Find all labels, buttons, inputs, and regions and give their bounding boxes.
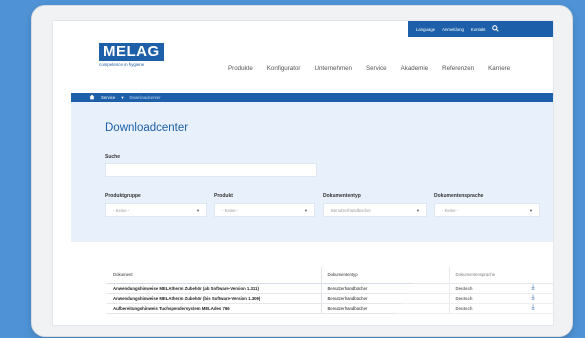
kontakt-link[interactable]: Kontakt	[471, 27, 486, 32]
breadcrumb-service[interactable]: Service	[101, 95, 115, 100]
nav-item-karriere[interactable]: Karriere	[488, 65, 510, 72]
column-header-dokumentensprache[interactable]: Dokumentensprache	[448, 267, 511, 284]
main-navigation: Produkte Konfigurator Unternehmen Servic…	[228, 65, 510, 72]
dropdown-arrow-icon: ▼	[304, 207, 308, 213]
search-input[interactable]	[105, 163, 317, 177]
chevron-down-icon[interactable]: ▾	[121, 95, 123, 101]
filter-label-produkt: Produkt	[214, 193, 233, 199]
dropdown-arrow-icon: ▼	[529, 207, 533, 213]
filter-produktgruppe-select[interactable]: - Keine - ▼	[105, 203, 207, 217]
table-header-row: Dokument Dokumententyp Dokumentensprache	[107, 267, 553, 284]
download-icon[interactable]: ⤓	[511, 303, 553, 314]
documents-table: Dokument Dokumententyp Dokumentensprache…	[107, 267, 553, 314]
filter-dokumententyp-value: Benutzerhandbücher	[331, 207, 371, 213]
page-title: Downloadcenter	[105, 122, 189, 134]
document-name[interactable]: Aufbereitungshinweis Tuchspendersystem M…	[107, 303, 321, 314]
nav-item-unternehmen[interactable]: Unternehmen	[314, 65, 352, 72]
logo-tagline: competence in hygiene	[99, 62, 145, 67]
breadcrumb-current: Downloadcenter	[129, 95, 161, 100]
search-panel: Downloadcenter Suche Produktgruppe - Kei…	[71, 102, 553, 242]
tablet-frame: Language Anmeldung Kontakt MELAG compete…	[31, 5, 573, 337]
document-name[interactable]: Anwendungshinweise MELAtherm Zubehör (ab…	[107, 283, 321, 294]
search-label: Suche	[105, 154, 121, 160]
document-language: Deutsch	[448, 303, 511, 314]
breadcrumb: Service ▾ Downloadcenter	[71, 93, 553, 102]
column-header-download	[511, 267, 553, 284]
filter-label-dokumententyp: Dokumententyp	[323, 193, 361, 199]
filter-label-dokumentensprache: Dokumentensprache	[434, 193, 484, 199]
download-icon[interactable]: ⤓	[511, 293, 553, 304]
document-type: Benutzerhandbücher	[320, 293, 449, 304]
document-name[interactable]: Anwendungshinweise MELAtherm Zubehör (bi…	[107, 293, 321, 304]
language-link[interactable]: Language	[416, 27, 435, 32]
anmeldung-link[interactable]: Anmeldung	[442, 27, 464, 32]
melag-logo[interactable]: MELAG competence in hygiene	[99, 43, 164, 67]
logo-wordmark: MELAG	[99, 43, 164, 61]
home-icon[interactable]	[89, 94, 95, 102]
table-row[interactable]: Anwendungshinweise MELAtherm Zubehör (bi…	[107, 293, 553, 304]
filter-produkt-select[interactable]: - Keine - ▼	[214, 203, 315, 217]
filter-label-produktgruppe: Produktgruppe	[105, 193, 141, 199]
nav-item-referenzen[interactable]: Referenzen	[442, 65, 474, 72]
nav-item-akademie[interactable]: Akademie	[401, 65, 429, 72]
document-language: Deutsch	[448, 283, 511, 294]
nav-item-produkte[interactable]: Produkte	[228, 65, 253, 72]
filter-produktgruppe-value: - Keine -	[113, 207, 130, 213]
nav-item-service[interactable]: Service	[366, 65, 387, 72]
top-utility-bar: Language Anmeldung Kontakt	[408, 21, 553, 37]
filter-dokumentensprache-value: - Keine -	[442, 207, 459, 213]
table-row[interactable]: Anwendungshinweise MELAtherm Zubehör (ab…	[107, 283, 553, 294]
document-type: Benutzerhandbücher	[320, 283, 449, 294]
nav-item-konfigurator[interactable]: Konfigurator	[267, 65, 301, 72]
column-header-dokument[interactable]: Dokument	[107, 267, 321, 284]
search-icon[interactable]	[492, 24, 500, 34]
table-row[interactable]: Aufbereitungshinweis Tuchspendersystem M…	[107, 303, 553, 314]
dropdown-arrow-icon: ▼	[416, 207, 420, 213]
browser-screen: Language Anmeldung Kontakt MELAG compete…	[52, 20, 554, 326]
download-icon[interactable]: ⤓	[511, 283, 553, 294]
document-language: Deutsch	[448, 293, 511, 304]
document-type: Benutzerhandbücher	[320, 303, 449, 314]
dropdown-arrow-icon: ▼	[196, 207, 200, 213]
filter-produkt-value: - Keine -	[222, 207, 239, 213]
filter-dokumentensprache-select[interactable]: - Keine - ▼	[434, 203, 540, 217]
filter-dokumententyp-select[interactable]: Benutzerhandbücher ▼	[323, 203, 427, 217]
column-header-dokumententyp[interactable]: Dokumententyp	[320, 267, 449, 284]
